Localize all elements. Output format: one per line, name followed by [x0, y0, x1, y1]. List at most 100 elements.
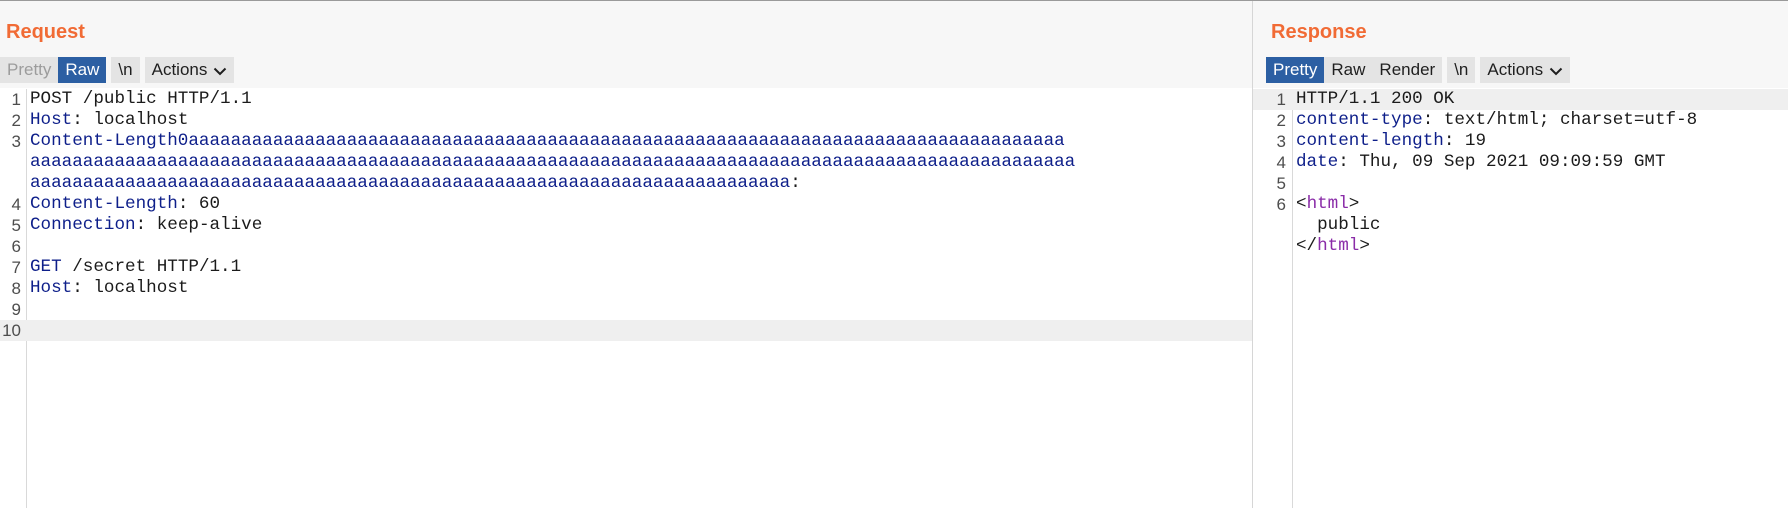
text-token: /secret HTTP/1.1 — [61, 257, 242, 277]
line-text: date: Thu, 09 Sep 2021 09:09:59 GMT — [1296, 152, 1666, 173]
header-key-token: Connection — [30, 215, 136, 235]
line-number: 9 — [11, 300, 21, 319]
header-key-token: Content-Length — [30, 194, 178, 214]
response-tab-pretty[interactable]: Pretty — [1266, 57, 1325, 83]
request-tab-pretty[interactable]: Pretty — [0, 57, 59, 83]
code-line: 5 — [1253, 173, 1788, 194]
line-number: 2 — [11, 111, 21, 130]
html-tag-token: html — [1317, 236, 1360, 256]
line-number: 3 — [1276, 132, 1286, 151]
request-tab-raw[interactable]: Raw — [58, 57, 107, 83]
line-number: 6 — [1276, 195, 1286, 214]
code-line: 4 Content-Length: 60 — [0, 194, 1253, 215]
request-actions-label: Actions — [151, 60, 208, 79]
header-key-token: GET — [30, 257, 62, 277]
header-key-token: Content-Length0aaaaaaaaaaaaaaaaaaaaaaaaa… — [30, 131, 1065, 151]
line-text: Connection: keep-alive — [30, 215, 262, 236]
text-token: : Thu, 09 Sep 2021 09:09:59 GMT — [1338, 152, 1666, 172]
code-line: 4 date: Thu, 09 Sep 2021 09:09:59 GMT — [1253, 152, 1788, 173]
code-line: 9 — [0, 299, 1253, 320]
response-lines: 1 HTTP/1.1 200 OK 2 content-type: text/html… — [1253, 89, 1788, 257]
response-tab-render[interactable]: Render — [1372, 57, 1443, 83]
response-tab-raw[interactable]: Raw — [1324, 57, 1373, 83]
text-token: : 60 — [177, 194, 221, 214]
line-text: content-length: 19 — [1296, 131, 1486, 152]
line-text: HTTP/1.1 200 OK — [1296, 89, 1454, 110]
line-text: </html> — [1296, 236, 1370, 257]
line-number: 1 — [11, 90, 21, 109]
header-key-token: content-length — [1296, 131, 1444, 151]
code-line: 6 <html> — [1253, 194, 1788, 215]
request-actions-button[interactable]: Actions — [144, 57, 235, 84]
text-token: : — [790, 173, 801, 193]
text-token: HTTP/1.1 200 OK — [1296, 89, 1455, 109]
line-number: 4 — [1276, 153, 1286, 172]
line-text: public — [1296, 215, 1380, 236]
code-line: 3 content-length: 19 — [1253, 131, 1788, 152]
text-token: : text/html; charset=utf-8 — [1422, 110, 1698, 130]
line-number: 6 — [11, 237, 21, 256]
request-title: Request — [6, 21, 85, 43]
header-key-token: Host — [30, 278, 73, 298]
line-number: 8 — [11, 279, 21, 298]
line-number: 5 — [11, 216, 21, 235]
code-line: 8 Host: localhost — [0, 278, 1253, 299]
text-token: public — [1296, 215, 1381, 235]
chevron-down-icon — [213, 58, 227, 84]
line-text: <html> — [1296, 194, 1359, 215]
line-number: 2 — [1276, 111, 1286, 130]
request-toolbar: Pretty Raw \n Actions — [0, 57, 235, 84]
response-panel: Response Pretty Raw Render \n Actions 1H… — [1253, 1, 1788, 508]
text-token: : localhost — [72, 278, 189, 298]
response-actions-button[interactable]: Actions — [1480, 57, 1571, 84]
text-token: : localhost — [72, 110, 189, 130]
line-text: content-type: text/html; charset=utf-8 — [1296, 110, 1697, 131]
header-key-token: aaaaaaaaaaaaaaaaaaaaaaaaaaaaaaaaaaaaaaaa… — [30, 152, 1076, 172]
code-line: public — [1253, 215, 1788, 236]
code-line: 1 POST /public HTTP/1.1 — [0, 89, 1253, 110]
code-line: 3 Content-Length0aaaaaaaaaaaaaaaaaaaaaaaa… — [0, 131, 1253, 152]
code-line: 6 — [0, 236, 1253, 257]
text-token: > — [1359, 236, 1370, 256]
header-key-token: Host — [30, 110, 73, 130]
response-editor[interactable]: 1 HTTP/1.1 200 OK 2 content-type: text/html… — [1253, 89, 1788, 508]
text-token: : 19 — [1443, 131, 1487, 151]
response-title: Response — [1271, 21, 1367, 43]
code-line: aaaaaaaaaaaaaaaaaaaaaaaaaaaaaaaaaaaaaaaa… — [0, 173, 1253, 194]
header-key-token: date — [1296, 152, 1339, 172]
line-text: GET /secret HTTP/1.1 — [30, 257, 241, 278]
line-text: Content-Length: 60 — [30, 194, 220, 215]
header-key-token: content-type — [1296, 110, 1423, 130]
line-text: Content-Length0aaaaaaaaaaaaaaaaaaaaaaaaa… — [30, 131, 1065, 152]
code-line: 7 GET /secret HTTP/1.1 — [0, 257, 1253, 278]
request-panel: Request Pretty Raw \n Actions 1 POST /pub… — [0, 1, 1253, 508]
text-token: </ — [1296, 236, 1318, 256]
line-text: aaaaaaaaaaaaaaaaaaaaaaaaaaaaaaaaaaaaaaaa… — [30, 152, 1075, 173]
line-number: 10 — [2, 321, 21, 340]
line-number: 4 — [11, 195, 21, 214]
text-token: > — [1348, 194, 1360, 214]
response-newline-toggle[interactable]: \n — [1447, 57, 1476, 83]
code-line: 1 HTTP/1.1 200 OK — [1253, 89, 1788, 110]
line-text: POST /public HTTP/1.1 — [30, 89, 252, 110]
header-key-token: aaaaaaaaaaaaaaaaaaaaaaaaaaaaaaaaaaaaaaaa… — [30, 173, 791, 193]
line-number: 1 — [1276, 90, 1286, 109]
code-line: </html> — [1253, 236, 1788, 257]
text-token: POST /public HTTP/1.1 — [30, 89, 252, 109]
line-text: aaaaaaaaaaaaaaaaaaaaaaaaaaaaaaaaaaaaaaaa… — [30, 173, 801, 194]
line-number: 3 — [11, 132, 21, 151]
request-editor[interactable]: 1 POST /public HTTP/1.1 2 Host: localhost 3 C… — [0, 89, 1253, 508]
request-lines: 1 POST /public HTTP/1.1 2 Host: localhost 3 C… — [0, 89, 1253, 341]
html-tag-token: html — [1306, 194, 1349, 214]
code-line: 5 Connection: keep-alive — [0, 215, 1253, 236]
request-newline-toggle[interactable]: \n — [111, 57, 140, 83]
response-header: Response Pretty Raw Render \n Actions — [1253, 1, 1788, 88]
line-text: Host: localhost — [30, 278, 188, 299]
line-number: 5 — [1276, 174, 1286, 193]
text-token: < — [1296, 194, 1307, 214]
chevron-down-icon — [1549, 58, 1563, 84]
code-line: aaaaaaaaaaaaaaaaaaaaaaaaaaaaaaaaaaaaaaaa… — [0, 152, 1253, 173]
code-line: 2 Host: localhost — [0, 110, 1253, 131]
request-header: Request Pretty Raw \n Actions — [0, 1, 1253, 88]
response-toolbar: Pretty Raw Render \n Actions — [1266, 57, 1571, 84]
